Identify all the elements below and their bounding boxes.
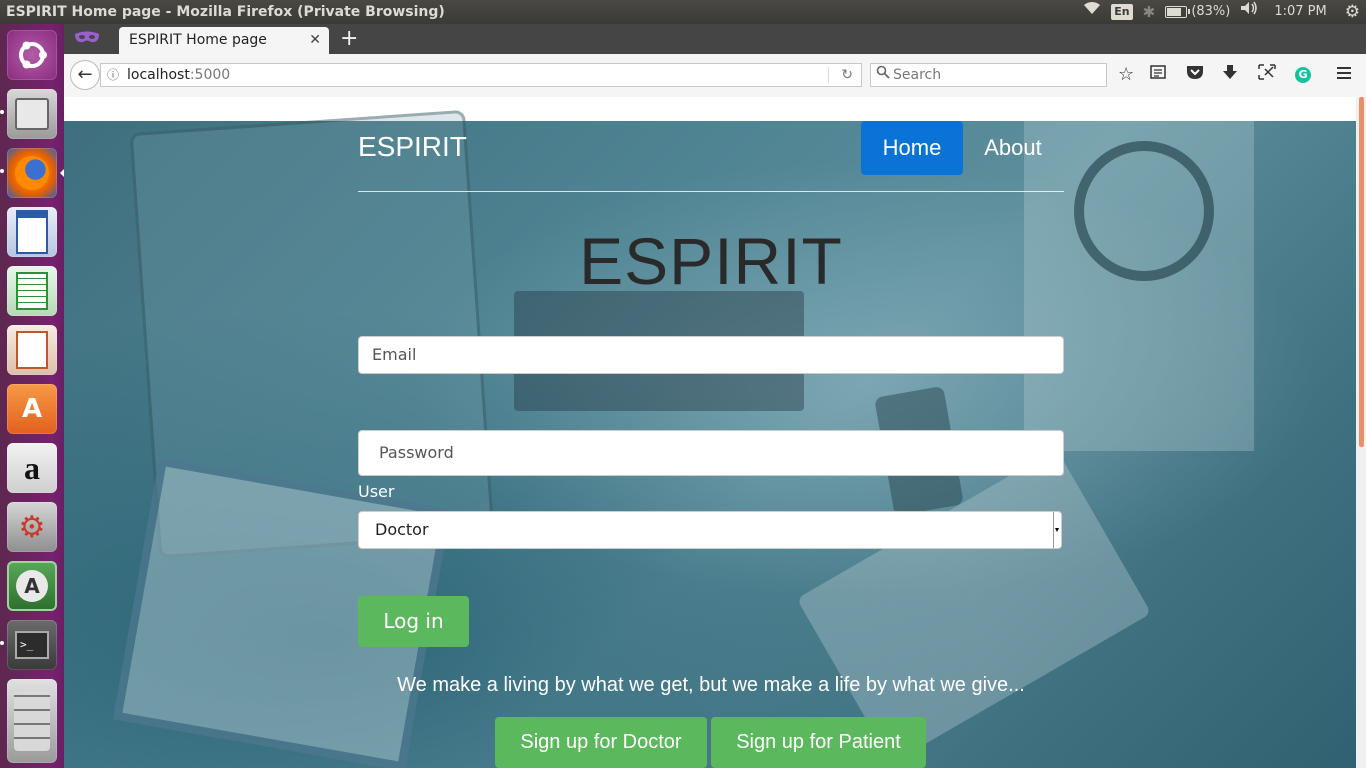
ubuntu-logo-icon xyxy=(19,41,47,69)
reading-list-icon[interactable] xyxy=(1150,64,1166,86)
scrollbar-thumb[interactable] xyxy=(1359,97,1364,447)
system-settings-launcher[interactable]: ⚙ xyxy=(7,502,57,552)
email-input[interactable]: Email xyxy=(358,336,1064,374)
battery-percent: (83%) xyxy=(1191,4,1231,19)
ubuntu-dash-button[interactable] xyxy=(7,30,57,80)
settings-wrench-icon: ⚙ xyxy=(18,509,46,545)
signup-patient-button[interactable]: Sign up for Patient xyxy=(711,717,926,768)
search-placeholder: Search xyxy=(893,67,942,83)
bookmark-star-icon[interactable]: ☆ xyxy=(1118,64,1134,86)
bluetooth-icon[interactable]: ✱ xyxy=(1143,0,1156,24)
top-panel: ESPIRIT Home page - Mozilla Firefox (Pri… xyxy=(0,0,1366,24)
info-icon[interactable]: ⓘ xyxy=(107,64,119,86)
keyboard-layout-indicator[interactable]: En xyxy=(1111,4,1133,20)
back-button[interactable]: ← xyxy=(70,60,100,90)
updater-icon: A xyxy=(16,570,48,602)
terminal-icon: >_ xyxy=(15,631,49,659)
search-icon xyxy=(876,64,890,86)
hero-background: ESPIRIT Home About ESPIRIT Email Passwor… xyxy=(64,109,1356,768)
user-type-selected: Doctor xyxy=(375,520,429,539)
workspaces-launcher[interactable] xyxy=(7,679,57,763)
content-container: ESPIRIT Home About ESPIRIT Email Passwor… xyxy=(358,121,1064,768)
amazon-icon: a xyxy=(24,449,40,486)
web-page: ESPIRIT Home About ESPIRIT Email Passwor… xyxy=(64,97,1366,768)
amazon-launcher[interactable]: a xyxy=(7,443,57,493)
running-indicator xyxy=(0,169,4,173)
spreadsheet-icon xyxy=(16,272,48,310)
grammarly-icon[interactable]: G xyxy=(1295,67,1311,83)
hamburger-menu-icon[interactable] xyxy=(1336,64,1352,86)
user-type-select[interactable]: Doctor xyxy=(358,511,1062,549)
indicators: En ✱ (83%) 1:07 PM ⚙ xyxy=(1083,0,1360,24)
stethoscope-decoration xyxy=(1074,141,1214,281)
battery-icon xyxy=(1165,5,1191,18)
site-brand[interactable]: ESPIRIT xyxy=(358,131,467,163)
running-indicator xyxy=(0,641,4,645)
page-scrollbar[interactable] xyxy=(1356,97,1366,768)
software-updater-launcher[interactable]: A xyxy=(7,561,57,611)
files-launcher[interactable] xyxy=(7,89,57,139)
tab-espirit-home[interactable]: ESPIRIT Home page ✕ xyxy=(119,27,329,54)
running-indicator xyxy=(0,110,4,114)
impress-launcher[interactable] xyxy=(7,325,57,375)
launcher: A a ⚙ A >_ xyxy=(0,24,65,768)
url-bar[interactable]: ⓘ localhost:5000 ↻ xyxy=(100,63,862,87)
back-arrow-icon: ← xyxy=(77,64,93,85)
url-separator xyxy=(828,67,829,83)
writer-launcher[interactable] xyxy=(7,207,57,257)
terminal-launcher[interactable]: >_ xyxy=(7,620,57,670)
pocket-icon[interactable] xyxy=(1186,64,1204,86)
dropdown-caret-icon xyxy=(1053,512,1060,548)
new-tab-button[interactable]: + xyxy=(340,26,358,52)
tab-close-icon[interactable]: ✕ xyxy=(309,27,321,54)
signup-doctor-button[interactable]: Sign up for Doctor xyxy=(495,717,707,768)
reload-icon[interactable]: ↻ xyxy=(841,64,853,86)
user-label: User xyxy=(358,482,395,501)
window-title: ESPIRIT Home page - Mozilla Firefox (Pri… xyxy=(6,4,445,20)
login-button[interactable]: Log in xyxy=(358,596,469,647)
firefox-launcher[interactable] xyxy=(7,148,57,198)
nav-home[interactable]: Home xyxy=(861,121,963,175)
gear-icon[interactable]: ⚙ xyxy=(1345,0,1360,24)
software-center-launcher[interactable]: A xyxy=(7,384,57,434)
screenshot-icon[interactable] xyxy=(1258,64,1276,86)
document-icon xyxy=(16,210,48,254)
stacked-drives-icon xyxy=(14,691,50,751)
clock[interactable]: 1:07 PM xyxy=(1274,0,1326,24)
tab-title: ESPIRIT Home page xyxy=(129,32,267,48)
battery-indicator[interactable]: (83%) xyxy=(1165,0,1230,24)
tab-strip: ESPIRIT Home page ✕ + xyxy=(64,24,1366,54)
header-divider xyxy=(358,191,1064,192)
firefox-icon xyxy=(15,156,49,190)
password-input[interactable]: Password xyxy=(358,430,1064,476)
downloads-icon[interactable] xyxy=(1222,64,1238,86)
presentation-icon xyxy=(16,331,48,369)
volume-icon[interactable] xyxy=(1240,0,1258,24)
wifi-icon[interactable] xyxy=(1083,0,1101,24)
private-browsing-mask-icon xyxy=(74,30,100,49)
tagline-quote: We make a living by what we get, but we … xyxy=(397,674,1025,696)
url-text: localhost:5000 xyxy=(127,64,230,86)
nav-about[interactable]: About xyxy=(973,121,1053,175)
file-cabinet-icon xyxy=(15,98,49,130)
shopping-bag-icon: A xyxy=(21,394,43,424)
calc-launcher[interactable] xyxy=(7,266,57,316)
url-host: localhost xyxy=(127,67,190,83)
url-port: :5000 xyxy=(189,67,231,83)
search-bar[interactable]: Search xyxy=(870,63,1107,87)
hero-title: ESPIRIT xyxy=(579,224,843,298)
navigation-toolbar: ← ⓘ localhost:5000 ↻ Search ☆ G xyxy=(64,54,1366,98)
